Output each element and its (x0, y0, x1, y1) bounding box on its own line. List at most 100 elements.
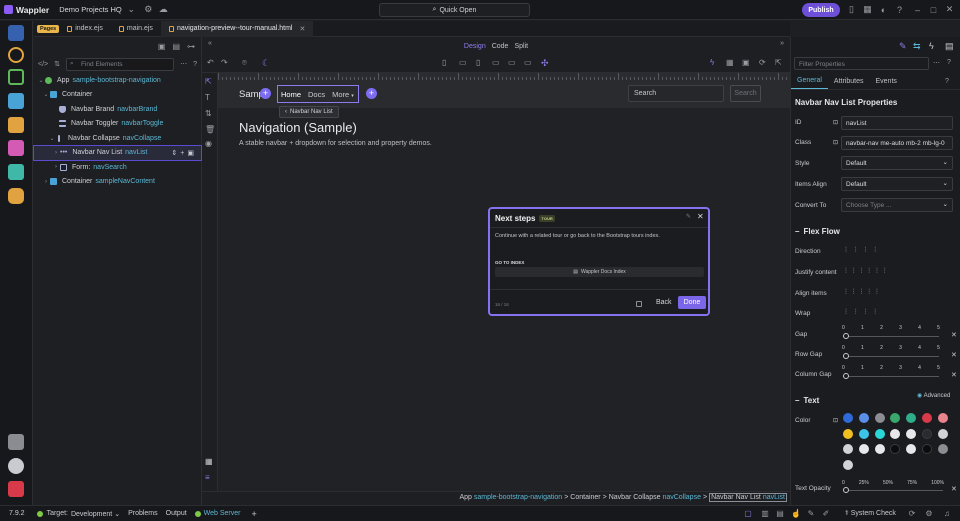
crumb-navbar-nav-list[interactable]: Navbar Nav List navList (709, 493, 787, 502)
quick-open-button[interactable]: ⌕ Quick Open (379, 3, 530, 17)
refresh-icon[interactable]: ⟳ (907, 509, 917, 519)
wappler-pro-icon[interactable] (8, 481, 24, 497)
tab-general[interactable]: General (791, 77, 828, 89)
color-swatch[interactable] (937, 444, 948, 454)
text-opacity-knob[interactable] (843, 487, 849, 493)
color-swatch[interactable] (874, 428, 885, 439)
tab-events[interactable]: Events (869, 78, 902, 89)
color-swatch[interactable] (890, 428, 901, 439)
chevron-right-icon[interactable]: › (42, 179, 50, 185)
nav-link-docs[interactable]: Docs (308, 90, 325, 99)
mobile-icon[interactable]: ▯ (442, 58, 446, 67)
routes-icon[interactable] (8, 69, 24, 85)
navbar-search-button[interactable]: Search (730, 85, 761, 102)
convert-select[interactable]: Choose Type ... ⌄ (841, 198, 953, 212)
crumb-app[interactable]: App sample-bootstrap-navigation (459, 494, 562, 501)
flex-flow-section[interactable]: – Flex Flow (795, 227, 840, 236)
close-tab-icon[interactable]: ✕ (300, 25, 306, 33)
style-select[interactable]: Default ⌄ (841, 156, 953, 170)
help-icon[interactable]: ? (945, 78, 949, 85)
tour-back-button[interactable]: Back (656, 299, 672, 306)
navbar-search-input[interactable]: Search (628, 85, 724, 102)
sidebar-icon[interactable]: ▤ (775, 509, 785, 519)
code-view-button[interactable]: Code (492, 43, 509, 50)
target-selector[interactable]: Development ⌄ (71, 510, 120, 518)
color-swatch[interactable] (922, 444, 932, 454)
components-icon[interactable]: ▣ (158, 42, 166, 51)
project-selector[interactable]: Demo Projects HQ ⌄ (59, 4, 137, 15)
thumbs-up-icon[interactable]: ☝ (791, 509, 801, 519)
order-icon[interactable]: ⇅ (205, 109, 212, 118)
id-input[interactable]: navList (841, 116, 953, 130)
color-swatch[interactable] (906, 444, 917, 454)
camera-icon[interactable]: ⌾ (242, 58, 247, 68)
tour-checkbox[interactable] (636, 301, 642, 307)
refresh-icon[interactable]: ⟳ (759, 58, 766, 67)
tree-row-navbar-brand[interactable]: Navbar Brand navbarBrand (34, 102, 201, 117)
undo-icon[interactable]: ↶ (207, 58, 214, 67)
settings-icon[interactable] (8, 458, 24, 474)
feedback-icon[interactable]: ✎ (806, 509, 816, 519)
design-grid-icon[interactable]: ▦ (726, 58, 734, 67)
row-gap-slider[interactable] (843, 356, 939, 357)
add-element-icon[interactable]: + (260, 88, 271, 99)
minimize-icon[interactable]: – (912, 4, 923, 15)
close-icon[interactable]: ✕ (697, 212, 704, 221)
color-swatch[interactable] (922, 413, 932, 423)
tree-row-container[interactable]: ⌄ Container (34, 88, 201, 103)
robot-icon[interactable] (8, 188, 24, 204)
docs-index-link[interactable]: ▤ Wappler Docs Index (495, 267, 704, 277)
column-gap-slider-knob[interactable] (843, 373, 849, 379)
add-icon[interactable]: + (252, 509, 257, 519)
select-icon[interactable]: ⇱ (205, 77, 212, 86)
color-swatch[interactable] (937, 413, 948, 423)
close-icon[interactable]: ✕ (944, 4, 955, 15)
tree-row-app[interactable]: ⌄ App sample-bootstrap-navigation (34, 73, 201, 88)
crumb-navbar-collapse[interactable]: Navbar Collapse navCollapse (609, 494, 701, 501)
publish-button[interactable]: Publish (802, 3, 840, 17)
layout-icon[interactable]: ▢ (743, 509, 753, 519)
bind-icon[interactable]: ⊡ (833, 417, 838, 424)
help-icon[interactable]: ? (947, 59, 951, 66)
column-icon[interactable]: ▥ (760, 509, 770, 519)
align-items-options[interactable]: ⫶⫶⫶⫶⫶ (845, 289, 884, 297)
workflows-icon[interactable] (8, 47, 24, 63)
direction-options[interactable]: ⫶⫶⫶⫶ (845, 247, 884, 255)
color-swatch[interactable] (874, 444, 885, 454)
chevron-right-icon[interactable]: › (52, 150, 60, 156)
transfer-icon[interactable]: ⇆ (913, 41, 921, 52)
wrap-options[interactable]: ⫶⫶⫶⫶ (845, 309, 884, 317)
navbar-nav-list[interactable]: Home Docs More ▾ (277, 85, 359, 103)
crumb-container[interactable]: Container (570, 494, 600, 501)
chevron-down-icon[interactable]: ⌄ (48, 135, 56, 142)
nav-link-more[interactable]: More ▾ (332, 90, 354, 99)
color-swatch[interactable] (858, 428, 869, 439)
color-swatch[interactable] (858, 413, 869, 423)
color-swatch[interactable] (890, 413, 901, 423)
color-swatch[interactable] (906, 413, 917, 423)
code-icon[interactable]: </> (38, 61, 48, 68)
color-swatch[interactable] (843, 459, 853, 470)
pages-icon[interactable] (8, 25, 24, 41)
cloud-icon[interactable]: ☁ (158, 4, 169, 15)
color-swatch[interactable] (937, 428, 948, 439)
nav-link-home[interactable]: Home (281, 90, 301, 99)
tab-main[interactable]: main.ejs (111, 21, 161, 37)
tree-row-form[interactable]: › Form: navSearch (34, 160, 201, 175)
help-icon[interactable]: ? (894, 4, 905, 15)
desktop-icon[interactable]: ▭ (524, 58, 532, 67)
output-button[interactable]: Output (166, 510, 187, 517)
filter-properties-input[interactable]: Filter Properties (794, 57, 929, 70)
layers-icon[interactable] (8, 164, 24, 180)
column-gap-slider[interactable] (843, 376, 939, 377)
brush-icon[interactable]: ✐ (821, 509, 831, 519)
database-icon[interactable] (8, 93, 24, 109)
design-view-button[interactable]: Design (464, 43, 486, 50)
chevron-down-icon[interactable]: ⌄ (37, 77, 45, 84)
text-section[interactable]: – Text (795, 396, 819, 405)
gear-icon[interactable]: ⚙ (143, 4, 154, 15)
tree-row-navbar-toggler[interactable]: Navbar Toggler navbarToggle (34, 117, 201, 132)
clear-icon[interactable]: ✕ (951, 351, 957, 359)
tree-row-navbar-nav-list[interactable]: › ••• Navbar Nav List navList ⇕+▣ (33, 144, 202, 161)
gap-slider-knob[interactable] (843, 333, 849, 339)
